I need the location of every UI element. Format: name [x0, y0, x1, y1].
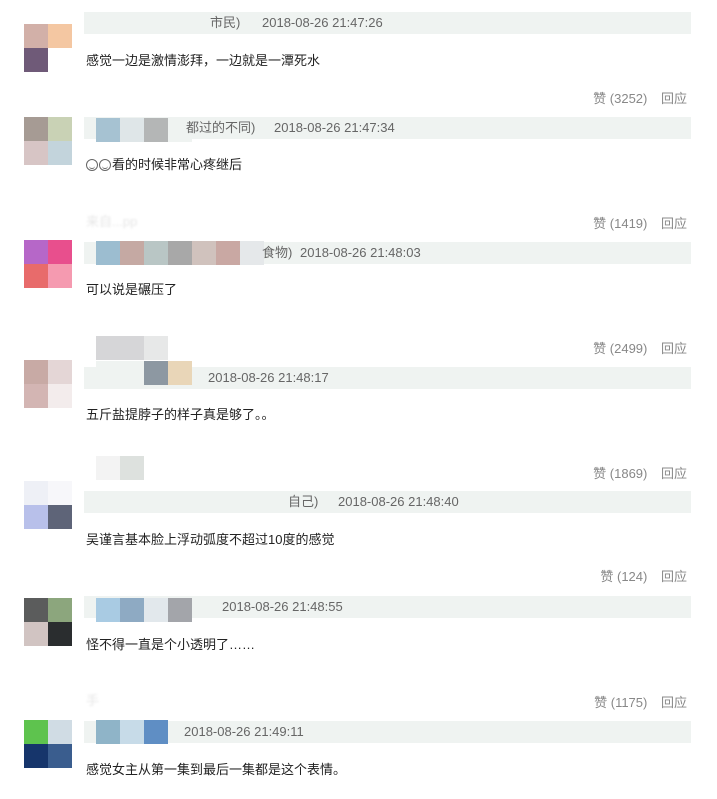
like-button[interactable]: 赞 (1419): [593, 216, 647, 231]
comment-text-body: 看的时候非常心疼继后: [112, 157, 243, 172]
comment-text: 可以说是碾压了: [86, 282, 178, 297]
meta-bar: [84, 721, 691, 743]
avatar[interactable]: [24, 117, 72, 165]
like-label: 赞: [593, 341, 607, 356]
comment-actions: 赞 (1419) 回应: [593, 215, 687, 233]
comment-text: 怪不得一直是个小透明了……: [86, 637, 256, 652]
timestamp: 2018-08-26 21:47:34: [274, 120, 395, 135]
reply-button[interactable]: 回应: [661, 341, 687, 356]
timestamp: 2018-08-26 21:48:40: [338, 494, 459, 509]
like-button[interactable]: 赞 (2499): [593, 341, 647, 356]
like-count: (1869): [609, 466, 648, 481]
like-label: 赞: [593, 216, 607, 231]
avatar[interactable]: [24, 481, 72, 529]
username-redacted[interactable]: [96, 720, 168, 744]
avatar[interactable]: [24, 240, 72, 288]
timestamp: 2018-08-26 21:48:03: [300, 245, 421, 260]
comment-actions: 赞 (124) 回应: [600, 568, 687, 586]
avatar[interactable]: [24, 360, 72, 408]
smile-emoji-icon: [86, 159, 98, 171]
username-redacted[interactable]: [96, 241, 264, 265]
comment-actions: 赞 (2499) 回应: [593, 340, 687, 358]
reply-button[interactable]: 回应: [661, 695, 687, 710]
like-label: 赞: [593, 466, 607, 481]
comment-actions: 赞 (1869) 回应: [593, 465, 687, 483]
like-count: (1175): [610, 695, 648, 710]
username-redacted[interactable]: [96, 118, 192, 142]
username-tail[interactable]: 食物): [262, 242, 292, 264]
username-tail[interactable]: 自己): [288, 491, 318, 513]
timestamp: 2018-08-26 21:48:55: [222, 599, 343, 614]
comment-text: 吴谨言基本脸上浮动弧度不超过10度的感觉: [86, 532, 335, 547]
username-redacted[interactable]: [96, 361, 192, 385]
like-count: (1419): [609, 216, 648, 231]
reply-button[interactable]: 回应: [661, 569, 687, 584]
username-redacted[interactable]: [96, 598, 192, 622]
source-text: 手: [86, 693, 100, 708]
avatar[interactable]: [24, 598, 72, 646]
smile-emoji-icon: [99, 159, 111, 171]
reply-button[interactable]: 回应: [661, 466, 687, 481]
like-button[interactable]: 赞 (124): [600, 569, 647, 584]
like-count: (124): [617, 569, 648, 584]
comment-text: 五斤盐提脖子的样子真是够了。。: [86, 407, 275, 422]
reply-button[interactable]: 回应: [661, 216, 687, 231]
timestamp: 2018-08-26 21:49:11: [184, 724, 304, 739]
like-label: 赞: [600, 569, 614, 584]
comment-item: 2018-08-26 21:49:11 感觉女主从第一集到最后一集都是这个表情。: [0, 0, 717, 777]
like-button[interactable]: 赞 (1869): [593, 466, 647, 481]
username-tail[interactable]: 都过的不同): [186, 117, 255, 139]
like-label: 赞: [594, 695, 608, 710]
timestamp: 2018-08-26 21:48:17: [208, 370, 329, 385]
like-count: (2499): [609, 341, 648, 356]
like-button[interactable]: 赞 (1175): [594, 695, 647, 710]
comment-text: 感觉女主从第一集到最后一集都是这个表情。: [86, 762, 347, 777]
source-text: 来自...pp: [86, 214, 138, 229]
comment-text: 看的时候非常心疼继后: [86, 156, 242, 174]
username-redacted-top[interactable]: [96, 336, 168, 360]
avatar[interactable]: [24, 720, 72, 768]
username-redacted-top[interactable]: [96, 456, 144, 480]
comment-actions: 赞 (1175) 回应: [594, 694, 687, 712]
